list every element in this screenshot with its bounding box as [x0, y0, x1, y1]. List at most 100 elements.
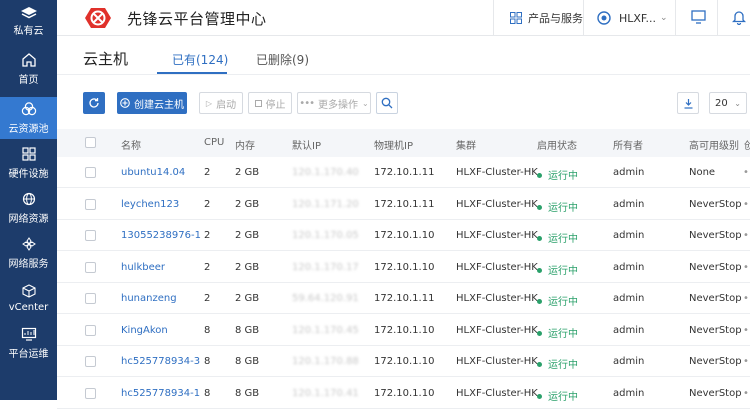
cell-ha-level: NeverStop — [689, 293, 742, 304]
cell-default-ip: 120.1.170.05 — [292, 230, 359, 241]
status-dot-icon — [537, 362, 542, 367]
page-size-select[interactable]: 20 ⌄ — [709, 92, 747, 114]
sidebar-item-network-services[interactable]: 网络服务 — [0, 232, 57, 274]
sidebar-item-home[interactable]: 首页 — [0, 48, 57, 90]
start-button[interactable]: ▷ 启动 — [199, 92, 243, 114]
row-checkbox[interactable] — [85, 198, 96, 210]
cell-owner: admin — [613, 356, 645, 367]
row-checkbox[interactable] — [85, 261, 96, 273]
sidebar-item-vcenter[interactable]: vCenter — [0, 277, 57, 319]
vm-name-link[interactable]: KingAkon — [121, 325, 168, 336]
status-dot-icon — [537, 173, 542, 178]
search-button[interactable] — [376, 92, 398, 114]
row-more-icon[interactable]: • — [743, 356, 749, 367]
monitor-icon[interactable] — [691, 10, 706, 24]
export-button[interactable] — [677, 92, 699, 114]
network-resource-icon — [22, 192, 35, 205]
stop-button[interactable]: 停止 — [248, 92, 292, 114]
more-actions-button[interactable]: ••• 更多操作 ⌄ — [297, 92, 371, 114]
products-services-label: 产品与服务 — [528, 12, 583, 25]
row-more-icon[interactable]: • — [743, 293, 749, 304]
vm-name-link[interactable]: hc525778934-1 — [121, 388, 200, 399]
sidebar-item-hardware[interactable]: 硬件设施 — [0, 142, 57, 184]
sidebar-item-label: 网络资源 — [8, 213, 49, 225]
tab-deleted[interactable]: 已删除(9) — [256, 51, 309, 68]
status-dot-icon — [537, 236, 542, 241]
row-checkbox[interactable] — [85, 356, 96, 367]
column-header-memory[interactable]: 内存 — [235, 137, 255, 152]
table-row[interactable]: leychen123 2 2 GB 120.1.171.20 172.10.1.11 HL… — [57, 189, 750, 220]
select-all-checkbox[interactable] — [85, 137, 96, 148]
table-row[interactable]: KingAkon 8 8 GB 120.1.170.45 172.10.1.10 HLXF… — [57, 315, 750, 346]
column-header-host-ip[interactable]: 物理机IP — [374, 137, 413, 152]
vm-name-link[interactable]: ubuntu14.04 — [121, 167, 185, 178]
row-checkbox[interactable] — [85, 387, 96, 399]
column-header-name[interactable]: 名称 — [121, 137, 141, 152]
table-row[interactable]: 13055238976-1 2 2 GB 120.1.170.05 172.10.1.1… — [57, 220, 750, 251]
cell-memory: 2 GB — [235, 261, 260, 273]
row-more-icon[interactable]: • — [743, 199, 749, 210]
page-title: 云主机 — [83, 50, 129, 68]
table-row[interactable]: hc525778934-1 8 8 GB 120.1.170.41 172.10.1.1… — [57, 378, 750, 409]
row-checkbox[interactable] — [85, 324, 96, 336]
sidebar-item-platform-ops[interactable]: 平台运维 — [0, 322, 57, 364]
tab-existing[interactable]: 已有(124) — [172, 51, 228, 68]
row-more-icon[interactable]: • — [743, 167, 749, 178]
row-checkbox[interactable] — [85, 167, 96, 178]
cell-cpu: 2 — [204, 293, 211, 304]
cell-cluster: HLXF-Cluster-HK — [456, 356, 538, 367]
bell-icon[interactable] — [732, 9, 746, 25]
vm-name-link[interactable]: 13055238976-1 — [121, 230, 201, 241]
cell-default-ip: 120.1.170.40 — [292, 167, 359, 178]
cell-memory: 2 GB — [235, 230, 260, 241]
row-checkbox[interactable] — [85, 230, 96, 241]
cell-cluster: HLXF-Cluster-HK — [456, 261, 538, 273]
column-header-cpu[interactable]: CPU — [204, 137, 224, 148]
status-text: 运行中 — [548, 171, 578, 182]
status-text: 运行中 — [548, 328, 578, 340]
cell-status: 运行中 — [537, 262, 578, 277]
column-header-owner[interactable]: 所有者 — [613, 137, 643, 152]
sidebar: 私有云 首页 云资源池 硬件设施 网络资源 网络服务 vCenter 平台运维 — [0, 0, 57, 400]
table-row[interactable]: hc525778934-3 8 8 GB 120.1.170.88 172.10.1.1… — [57, 346, 750, 377]
header-divider — [493, 0, 494, 36]
row-more-icon[interactable]: • — [743, 230, 749, 241]
row-more-icon[interactable]: • — [743, 325, 749, 336]
column-header-created[interactable]: 创 — [744, 137, 750, 152]
top-header: 先锋云平台管理中心 产品与服务 HLXF... ⌄ — [57, 0, 750, 36]
chevron-down-icon: ⌄ — [734, 98, 741, 108]
status-text: 运行中 — [548, 265, 578, 277]
row-checkbox[interactable] — [85, 293, 96, 304]
sidebar-item-label: vCenter — [8, 301, 49, 313]
sidebar-brand[interactable]: 私有云 — [0, 0, 57, 42]
vm-name-link[interactable]: hulkbeer — [121, 262, 165, 273]
vm-name-link[interactable]: leychen123 — [121, 199, 179, 210]
table-row[interactable]: hulkbeer 2 2 GB 120.1.170.17 172.10.1.10 HLXF… — [57, 252, 750, 283]
column-header-default-ip[interactable]: 默认IP — [292, 137, 321, 152]
sidebar-item-network-resources[interactable]: 网络资源 — [0, 187, 57, 229]
products-services-menu[interactable]: 产品与服务 — [510, 0, 583, 36]
vm-name-link[interactable]: hc525778934-3 — [121, 356, 200, 367]
cell-ha-level: NeverStop — [689, 387, 742, 399]
table-row[interactable]: ubuntu14.04 2 2 GB 120.1.170.40 172.10.1.11 H… — [57, 157, 750, 188]
cell-ha-level: NeverStop — [689, 324, 742, 336]
row-more-icon[interactable]: • — [743, 262, 749, 273]
column-header-ha-level[interactable]: 高可用级别 — [689, 137, 739, 152]
refresh-button[interactable] — [83, 92, 105, 114]
sidebar-item-cloud-pool[interactable]: 云资源池 — [0, 97, 57, 139]
vm-name-link[interactable]: hunanzeng — [121, 293, 177, 304]
hardware-icon — [21, 146, 36, 161]
row-more-icon[interactable]: • — [743, 388, 749, 399]
table-row[interactable]: hunanzeng 2 2 GB 59.64.120.91 172.10.1.11 HLX… — [57, 283, 750, 314]
user-menu[interactable]: HLXF... ⌄ — [597, 0, 668, 36]
column-header-cluster[interactable]: 集群 — [456, 137, 476, 152]
cell-host-ip: 172.10.1.11 — [374, 167, 435, 178]
column-header-status[interactable]: 启用状态 — [537, 137, 577, 152]
create-vm-label: 创建云主机 — [134, 99, 184, 111]
cell-cpu: 2 — [204, 198, 211, 210]
status-dot-icon — [537, 330, 542, 336]
grid-icon — [510, 12, 522, 24]
cell-ha-level: None — [689, 167, 716, 178]
create-vm-button[interactable]: 创建云主机 — [117, 92, 187, 114]
cell-cpu: 8 — [204, 387, 211, 399]
